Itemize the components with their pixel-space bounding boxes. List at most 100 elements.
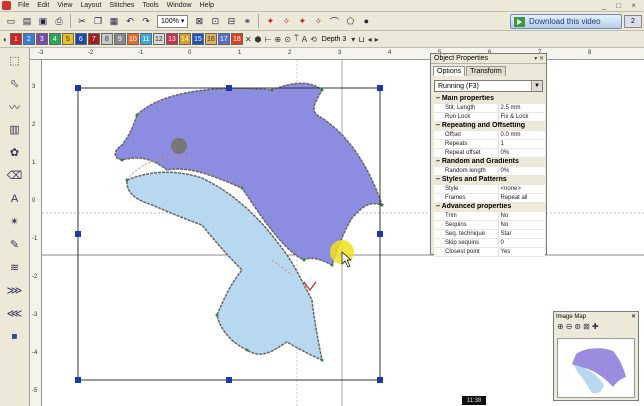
cancel-color-icon[interactable]: ✕ (244, 35, 253, 44)
property-section[interactable]: – Advanced properties (434, 202, 545, 213)
property-value[interactable]: 1 (497, 139, 545, 150)
property-row[interactable]: Run Lock Fix & Lock (434, 112, 545, 123)
stitch-cross-icon[interactable]: ✧ (311, 14, 325, 28)
property-row[interactable]: Style <none> (434, 184, 545, 195)
color-chip-15[interactable]: 15 (191, 33, 204, 45)
stitch-run-icon[interactable]: ✦ (263, 14, 277, 28)
zoom-select[interactable]: 100% ▾ (157, 14, 189, 28)
menu-window[interactable]: Window (163, 2, 196, 9)
lock-icon[interactable]: ⊕ (274, 35, 283, 44)
paste-icon[interactable]: ▦ (107, 14, 121, 28)
palette-icon[interactable]: ◐ (2, 35, 9, 44)
window-controls[interactable]: _ □ × (602, 1, 644, 10)
property-section[interactable]: – Styles and Patterns (434, 175, 545, 186)
pattern-icon[interactable]: ⋘ (3, 304, 27, 323)
fill-tool-icon[interactable]: ▥ (3, 120, 27, 139)
cut-icon[interactable]: ✂ (75, 14, 89, 28)
image-map-preview[interactable] (557, 338, 635, 398)
zoom-out-icon[interactable]: ⊖ (566, 322, 573, 331)
property-value[interactable]: Repeat all (497, 193, 545, 204)
menu-view[interactable]: View (53, 2, 76, 9)
select-tool-icon[interactable]: ⬚ (3, 51, 27, 70)
save-icon[interactable]: ▣ (36, 14, 50, 28)
color-chip-12[interactable]: 12 (152, 33, 165, 45)
color-chip-7[interactable]: 7 (87, 33, 100, 45)
zoom-selection-icon[interactable]: ⊡ (208, 14, 222, 28)
fit-icon[interactable]: ⊠ (583, 322, 590, 331)
color-chip-6[interactable]: 6 (74, 33, 87, 45)
menu-edit[interactable]: Edit (33, 2, 53, 9)
color-chip-13[interactable]: 13 (165, 33, 178, 45)
property-value[interactable]: 0% (497, 148, 545, 159)
copy-icon[interactable]: ❐ (91, 14, 105, 28)
color-chip-14[interactable]: 14 (178, 33, 191, 45)
property-row[interactable]: Repeat offset 0% (434, 148, 545, 159)
panel-close-icon[interactable]: ▾ ✕ (534, 55, 546, 62)
property-row[interactable]: Closest point Yes (434, 247, 545, 258)
new-file-icon[interactable]: ▭ (4, 14, 18, 28)
prev-stitch-icon[interactable]: ◂ (367, 35, 373, 44)
redo-icon[interactable]: ↷ (139, 14, 153, 28)
property-row[interactable]: Seq. technique Star (434, 229, 545, 240)
property-row[interactable]: Offset 0.0 mm (434, 130, 545, 141)
color-chip-17[interactable]: 17 (217, 33, 230, 45)
property-value[interactable]: Star (497, 229, 545, 240)
page-indicator[interactable]: 2 (624, 15, 642, 28)
tab-options[interactable]: Options (433, 66, 466, 76)
menu-tools[interactable]: Tools (138, 2, 162, 9)
property-row[interactable]: Random length 0% (434, 166, 545, 177)
property-value[interactable]: 0% (497, 166, 545, 177)
stitch-type-select[interactable]: Running (F3) ▼ (434, 80, 543, 92)
stitch-satin-icon[interactable]: ✧ (279, 14, 293, 28)
menu-file[interactable]: File (14, 2, 33, 9)
depth-dropdown-icon[interactable]: ▾ (350, 35, 356, 44)
menu-stitches[interactable]: Stitches (105, 2, 138, 9)
color-chip-3[interactable]: 3 (35, 33, 48, 45)
trim-icon[interactable]: ⊢ (264, 35, 273, 44)
property-section[interactable]: – Repeating and Offsetting (434, 121, 545, 132)
undo-icon[interactable]: ↶ (123, 14, 137, 28)
running-stitch-icon[interactable]: 〰 (3, 97, 27, 116)
text-a-icon[interactable]: A (301, 35, 308, 44)
depth-icon[interactable]: ⟲ (309, 35, 318, 44)
property-value[interactable]: Yes (497, 247, 545, 258)
color-chip-16[interactable]: 16 (204, 33, 217, 45)
edit-points-icon[interactable]: ⬁ (3, 74, 27, 93)
eraser-icon[interactable]: ⌫ (3, 166, 27, 185)
color-chip-9[interactable]: 9 (113, 33, 126, 45)
satin-icon[interactable]: ⋙ (3, 281, 27, 300)
color-chip-8[interactable]: 8 (100, 33, 113, 45)
star-tool-icon[interactable]: ✴ (3, 212, 27, 231)
property-row[interactable]: Frames Repeat all (434, 193, 545, 204)
layer-icon[interactable]: ⍑ (293, 34, 300, 44)
dolphin-design[interactable] (114, 82, 384, 362)
needle-icon[interactable]: ⊙ (283, 35, 292, 44)
open-file-icon[interactable]: ▤ (20, 14, 34, 28)
menu-help[interactable]: Help (196, 2, 218, 9)
property-row[interactable]: Sequins No (434, 220, 545, 231)
zoom-fit-icon[interactable]: ⊠ (192, 14, 206, 28)
property-row[interactable]: Skip sequins 0 (434, 238, 545, 249)
stop-icon[interactable]: ⬢ (254, 35, 263, 44)
magic-wand-icon[interactable]: ✎ (3, 235, 27, 254)
property-value[interactable]: No (497, 220, 545, 231)
download-video-button[interactable]: Download this video (510, 14, 622, 29)
color-chip-5[interactable]: 5 (61, 33, 74, 45)
color-chip-18[interactable]: 18 (230, 33, 243, 45)
applique-icon[interactable]: ✿ (3, 143, 27, 162)
text-tool-icon[interactable]: A (3, 189, 27, 208)
depth-select[interactable]: Depth 3 (319, 36, 350, 43)
property-section[interactable]: – Main properties (434, 95, 545, 105)
property-value[interactable]: <none> (497, 184, 545, 195)
menu-layout[interactable]: Layout (76, 2, 105, 9)
property-value[interactable]: No (497, 211, 545, 222)
property-row[interactable]: Trim No (434, 211, 545, 222)
split-icon[interactable]: ⊔ (357, 35, 365, 44)
shape-icon[interactable]: ⬠ (343, 14, 357, 28)
zoom-page-icon[interactable]: ⊟ (224, 14, 238, 28)
property-value[interactable]: Fix & Lock (497, 112, 545, 123)
color-chip-10[interactable]: 10 (126, 33, 139, 45)
curve-icon[interactable]: ⌒ (327, 14, 341, 28)
stitch-fill-icon[interactable]: ✦ (295, 14, 309, 28)
link-icon[interactable]: ⚭ (240, 14, 254, 28)
